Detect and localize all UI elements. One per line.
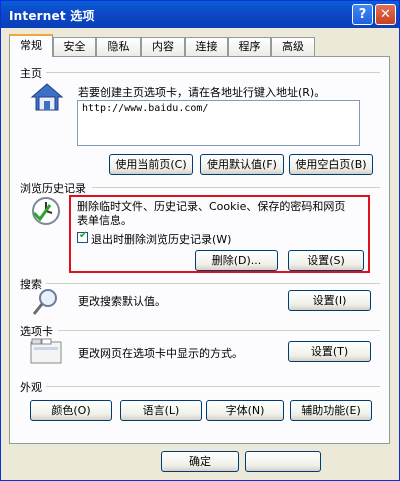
colors-button[interactable]: 颜色(O) [30,400,112,421]
languages-button[interactable]: 语言(L) [120,400,202,421]
history-divider [92,187,380,188]
homepage-url-input[interactable]: http://www.baidu.com/ [77,100,360,146]
magnifier-icon [32,289,57,315]
tab-privacy[interactable]: 隐私 [96,37,141,56]
tabs-description: 更改网页在选项卡中显示的方式。 [78,347,243,360]
search-divider [46,283,380,284]
homepage-description: 若要创建主页选项卡，请在各地址行键入地址(R)。 [78,86,326,99]
history-settings-button[interactable]: 设置(S) [288,250,364,271]
window-title: Internet 选项 [9,9,95,23]
accessibility-button[interactable]: 辅助功能(E) [290,400,372,421]
history-description-line2: 表单信息。 [77,214,132,227]
tab-connections[interactable]: 连接 [185,37,228,56]
history-heading: 浏览历史记录 [20,182,86,195]
search-settings-button[interactable]: 设置(I) [288,290,371,311]
tab-security[interactable]: 安全 [53,37,96,56]
tabs-divider [58,330,380,331]
use-current-button[interactable]: 使用当前页(C) [109,154,193,175]
tabs-settings-button[interactable]: 设置(T) [288,341,371,362]
appearance-heading: 外观 [20,381,42,394]
fonts-button[interactable]: 字体(N) [206,400,284,421]
close-button[interactable]: ✕ [375,4,396,25]
tab-advanced[interactable]: 高级 [271,37,315,56]
cancel-button[interactable] [245,451,321,472]
homepage-divider [46,72,380,73]
delete-on-exit-checkbox[interactable]: ✔ [77,230,88,243]
tabs-heading: 选项卡 [20,325,53,338]
history-clock-icon [32,197,60,225]
tabs-window-icon [30,338,62,364]
appearance-divider [46,386,380,387]
house-icon [30,83,64,111]
general-tab-panel: 主页 若要创建主页选项卡，请在各地址行键入地址(R)。 http://www.b… [9,56,390,444]
tab-general[interactable]: 常规 [9,34,53,57]
use-default-button[interactable]: 使用默认值(F) [200,154,284,175]
help-button[interactable]: ? [352,4,373,25]
delete-history-button[interactable]: 删除(D)... [195,250,278,271]
use-blank-button[interactable]: 使用空白页(B) [289,154,373,175]
checkmark-icon: ✔ [79,230,88,241]
tab-content[interactable]: 内容 [141,37,185,56]
tab-programs[interactable]: 程序 [228,37,271,56]
delete-on-exit-label[interactable]: 退出时删除浏览历史记录(W) [91,231,231,247]
homepage-heading: 主页 [20,67,42,80]
internet-options-window: Internet 选项 ? ✕ 常规 安全 隐私 内容 连接 程序 高级 主页 … [0,0,400,481]
search-description: 更改搜索默认值。 [78,295,166,308]
title-bar[interactable]: Internet 选项 ? ✕ [1,1,399,28]
ok-button[interactable]: 确定 [161,451,239,472]
